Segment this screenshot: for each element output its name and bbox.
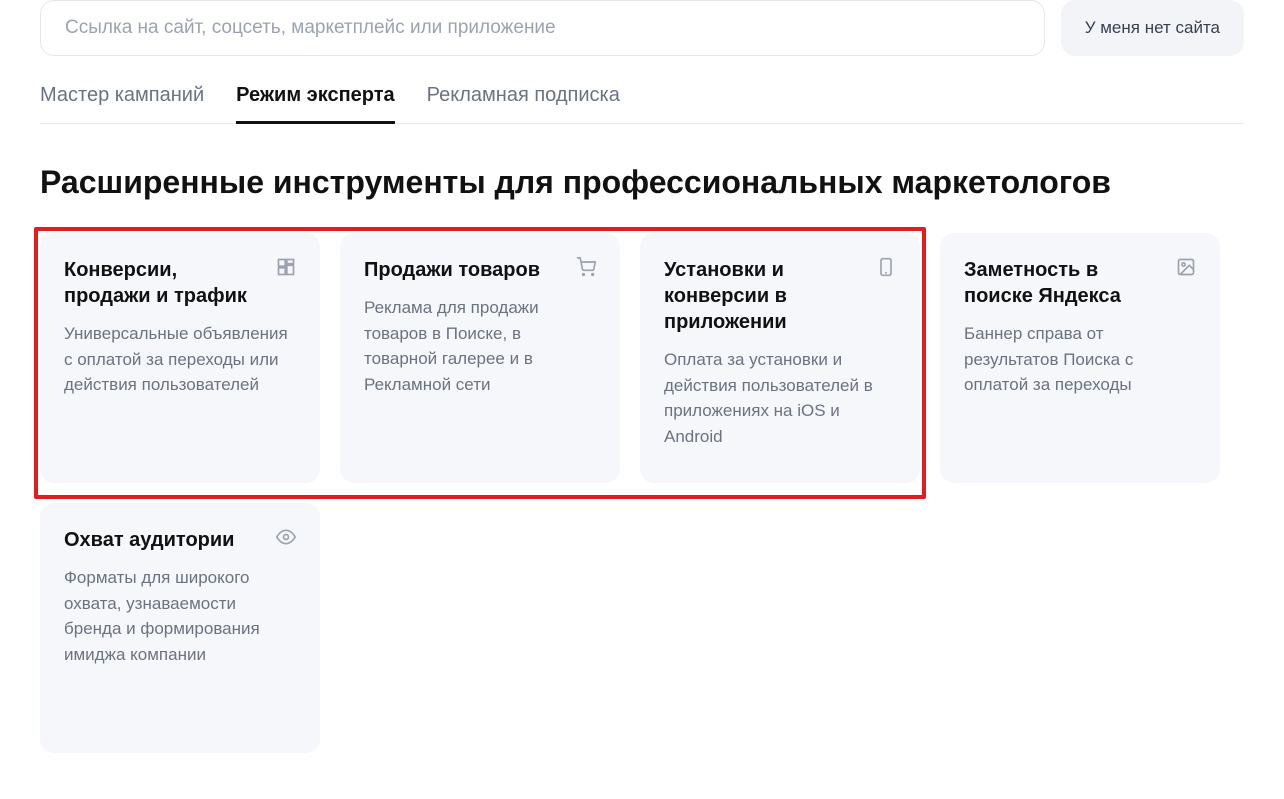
card-search-visibility[interactable]: Заметность в поиске Яндекса Баннер справ… bbox=[940, 233, 1220, 483]
card-title: Продажи товаров bbox=[364, 257, 596, 283]
site-url-input[interactable] bbox=[40, 0, 1045, 56]
card-desc: Баннер справа от результатов Поиска с оп… bbox=[964, 321, 1196, 398]
card-desc: Универсальные объявления с оплатой за пе… bbox=[64, 321, 296, 398]
card-conversions[interactable]: Конверсии, продажи и трафик Универсальны… bbox=[40, 233, 320, 483]
mode-tabs: Мастер кампаний Режим эксперта Рекламная… bbox=[40, 76, 1244, 124]
card-app-installs[interactable]: Установки и конверсии в приложении Оплат… bbox=[640, 233, 920, 483]
card-reach[interactable]: Охват аудитории Форматы для широкого охв… bbox=[40, 503, 320, 753]
card-title: Охват аудитории bbox=[64, 527, 296, 553]
eye-icon bbox=[276, 527, 296, 547]
card-desc: Форматы для широкого охвата, узнаваемост… bbox=[64, 565, 296, 667]
cards-grid: Конверсии, продажи и трафик Универсальны… bbox=[40, 233, 1244, 753]
phone-icon bbox=[876, 257, 896, 277]
cart-icon bbox=[576, 257, 596, 277]
layout-icon bbox=[276, 257, 296, 277]
card-title: Установки и конверсии в приложении bbox=[664, 257, 896, 335]
card-desc: Реклама для продажи товаров в Поиске, в … bbox=[364, 295, 596, 397]
tab-subscription[interactable]: Рекламная подписка bbox=[427, 76, 620, 124]
card-sales[interactable]: Продажи товаров Реклама для продажи това… bbox=[340, 233, 620, 483]
image-icon bbox=[1176, 257, 1196, 277]
card-title: Конверсии, продажи и трафик bbox=[64, 257, 296, 309]
card-title: Заметность в поиске Яндекса bbox=[964, 257, 1196, 309]
tab-master[interactable]: Мастер кампаний bbox=[40, 76, 204, 124]
tab-expert[interactable]: Режим эксперта bbox=[236, 76, 395, 124]
page-title: Расширенные инструменты для профессионал… bbox=[40, 164, 1244, 201]
no-site-button[interactable]: У меня нет сайта bbox=[1061, 0, 1244, 56]
card-desc: Оплата за установки и действия пользоват… bbox=[664, 347, 896, 449]
